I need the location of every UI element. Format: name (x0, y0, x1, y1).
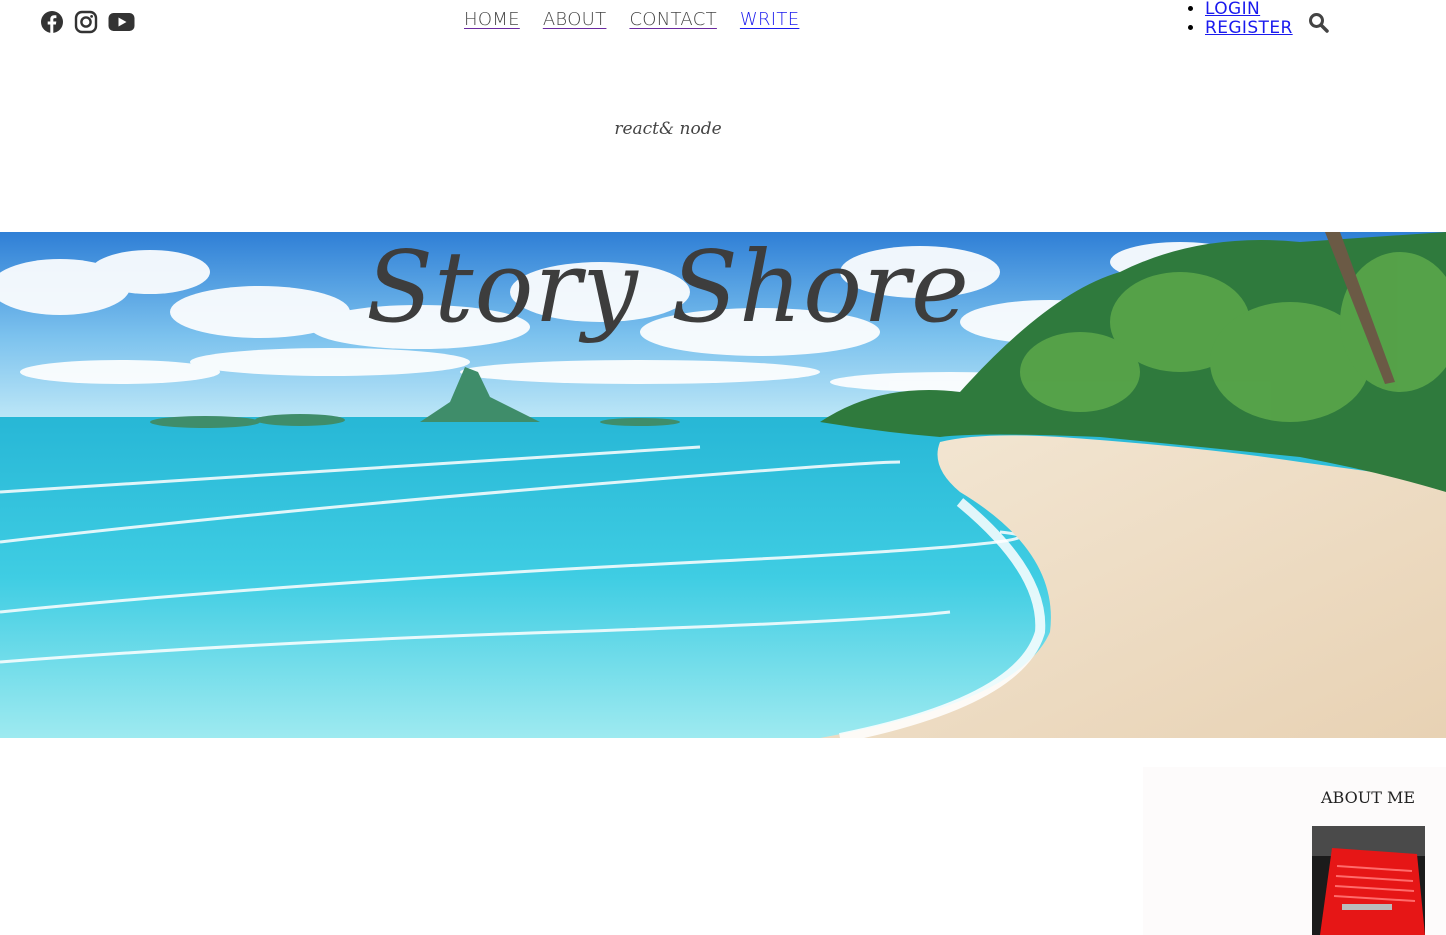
top-bar: HOME ABOUT CONTACT WRITE LOGIN REGISTER (0, 0, 1446, 50)
nav-about[interactable]: ABOUT (543, 9, 607, 30)
instagram-icon[interactable] (74, 10, 98, 34)
auth-links: LOGIN REGISTER (1187, 0, 1293, 38)
search-icon[interactable] (1308, 12, 1329, 38)
register-link[interactable]: REGISTER (1205, 18, 1293, 38)
nav-home[interactable]: HOME (464, 9, 520, 30)
login-link[interactable]: LOGIN (1205, 0, 1260, 19)
nav-contact[interactable]: CONTACT (629, 9, 716, 30)
site-tagline: react& node (614, 119, 722, 139)
youtube-icon[interactable] (108, 10, 135, 34)
login-item: LOGIN (1205, 0, 1293, 19)
about-me-image (1312, 826, 1425, 935)
facebook-icon[interactable] (40, 10, 64, 34)
social-icons (40, 10, 135, 34)
hero-title: Story Shore (366, 231, 970, 345)
main-nav: HOME ABOUT CONTACT WRITE (464, 9, 799, 30)
sidebar-title: ABOUT ME (1320, 788, 1416, 807)
register-item: REGISTER (1205, 19, 1293, 38)
nav-write[interactable]: WRITE (740, 9, 799, 30)
